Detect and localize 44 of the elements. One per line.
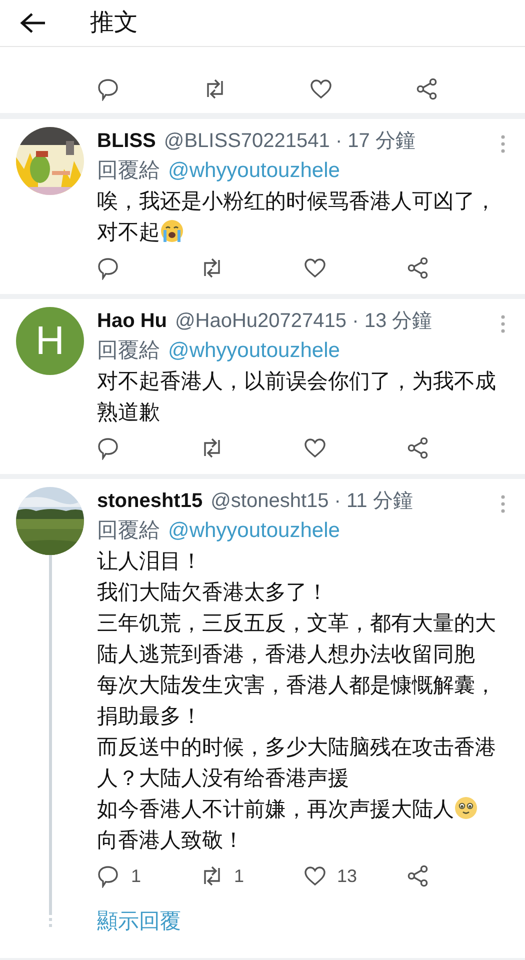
mention-link[interactable]: @whyyoutouzhele	[168, 516, 340, 546]
tweet-text: 向香港人致敬！	[97, 829, 244, 852]
share-icon[interactable]	[415, 77, 439, 101]
tweet-text: 三年饥荒，三反五反，文革，都有大量的大陆人逃荒到香港，香港人想办法收留同胞	[97, 612, 496, 666]
heart-icon[interactable]	[303, 864, 327, 888]
reply-icon[interactable]	[97, 77, 121, 101]
reply-icon[interactable]	[97, 864, 121, 888]
heart-icon[interactable]	[309, 77, 333, 101]
tweet-text: 对不起香港人，以前误会你们了，为我不成熟道歉	[97, 370, 496, 424]
tweet-text: 我们大陆欠香港太多了！	[97, 581, 328, 604]
share-icon[interactable]	[406, 864, 430, 888]
tweet-text: 让人泪目！	[97, 550, 202, 573]
handle-time: @BLISS70221541 · 17 分鐘	[164, 129, 416, 154]
reply-label: 回覆給	[97, 518, 160, 544]
reply-label: 回覆給	[97, 338, 160, 364]
crying-face-icon	[160, 219, 184, 243]
avatar[interactable]: H	[16, 307, 84, 375]
teary-smile-icon	[454, 796, 478, 820]
user-name[interactable]: BLISS	[97, 127, 156, 156]
heart-icon[interactable]	[303, 256, 327, 280]
reply-icon[interactable]	[97, 436, 121, 460]
count-text: 13	[337, 864, 358, 888]
handle-time: @HaoHu20727415 · 13 分鐘	[175, 309, 432, 334]
show-replies-link[interactable]: 顯示回覆	[97, 906, 181, 938]
mention-link[interactable]: @whyyoutouzhele	[168, 336, 340, 366]
tweet-text: 唉，我还是小粉红的时候骂香港人可凶了，	[97, 190, 496, 213]
reply-icon[interactable]	[97, 256, 121, 280]
tweet-text: 如今香港人不计前嫌，再次声援大陆人	[97, 798, 454, 821]
share-icon[interactable]	[406, 256, 430, 280]
back-icon[interactable]	[20, 12, 46, 34]
reply-label: 回覆給	[97, 158, 160, 184]
tweet-text: 对不起	[97, 221, 160, 244]
share-icon[interactable]	[406, 436, 430, 460]
heart-icon[interactable]	[303, 436, 327, 460]
tweet-text: 而反送中的时候，多少大陆脑残在攻击香港人？大陆人没有给香港声援	[97, 736, 496, 790]
user-name[interactable]: stonesht15	[97, 487, 203, 516]
handle-time: @stonesht15 · 11 分鐘	[210, 489, 413, 514]
count-text: 1	[234, 864, 244, 888]
mention-link[interactable]: @whyyoutouzhele	[168, 156, 340, 186]
count-text: 1	[131, 864, 142, 888]
page-title: 推文	[90, 8, 138, 38]
user-name[interactable]: Hao Hu	[97, 307, 167, 336]
tweet-text: 每次大陆发生灾害，香港人都是慷慨解囊，捐助最多！	[97, 674, 496, 728]
dots-icon	[49, 912, 52, 928]
